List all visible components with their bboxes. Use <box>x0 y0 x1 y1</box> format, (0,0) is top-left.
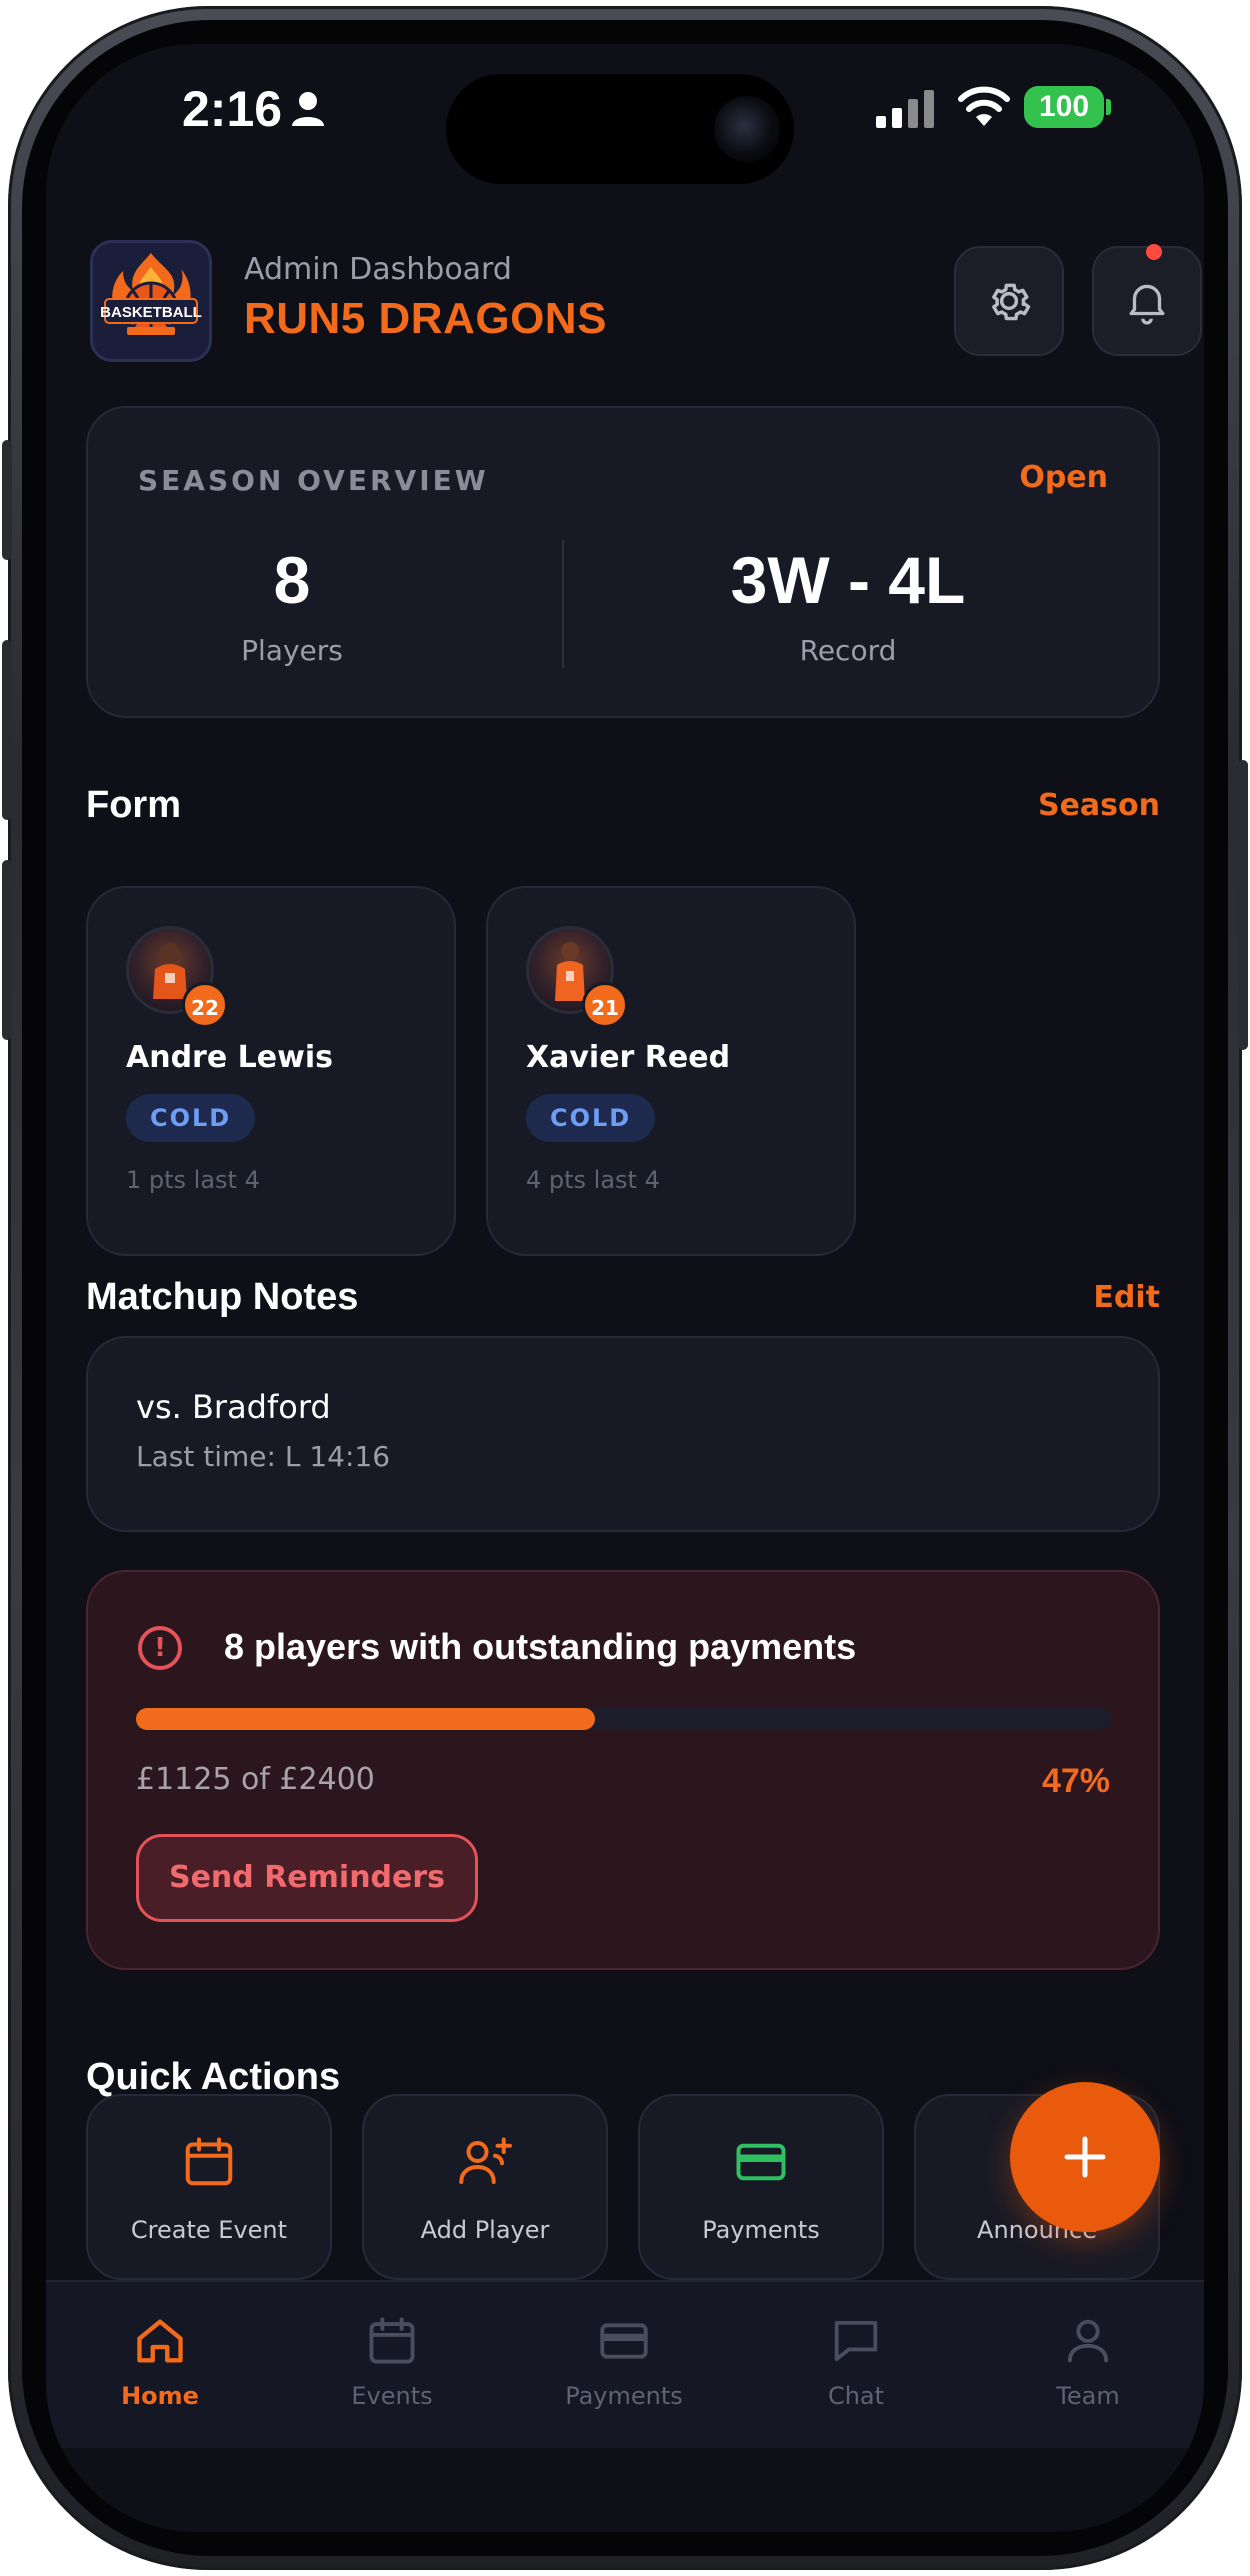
matchup-last-result: Last time: L 14:16 <box>136 1440 391 1473</box>
notifications-button[interactable] <box>1092 246 1202 356</box>
matchup-notes-title: Matchup Notes <box>86 1276 359 1318</box>
jersey-number-badge: 22 <box>182 982 228 1028</box>
jersey-number-badge: 21 <box>582 982 628 1028</box>
player-name: Xavier Reed <box>526 1040 731 1075</box>
matchup-notes-edit-link[interactable]: Edit <box>1093 1280 1160 1315</box>
overview-divider <box>562 540 564 668</box>
quick-action-payments[interactable]: Payments <box>638 2094 884 2280</box>
calendar-icon <box>185 2137 233 2186</box>
battery-tip <box>1106 99 1111 115</box>
player-points-meta: 1 pts last 4 <box>126 1166 260 1194</box>
chat-icon <box>834 2320 878 2362</box>
action-button <box>2 440 12 560</box>
tab-label: Payments <box>565 2382 683 2410</box>
matchup-note-card[interactable]: vs. Bradford Last time: L 14:16 <box>86 1336 1160 1532</box>
tab-team[interactable]: Team <box>988 2312 1188 2410</box>
form-status-badge: COLD <box>526 1094 656 1142</box>
payment-percent: 47% <box>1041 1762 1110 1800</box>
user-plus-icon <box>459 2137 512 2184</box>
tab-label: Team <box>1056 2382 1120 2410</box>
settings-button[interactable] <box>954 246 1064 356</box>
season-overview-card[interactable]: SEASON OVERVIEW Open 8 Players 3W - 4L R… <box>86 406 1160 718</box>
add-fab-button[interactable] <box>1010 2082 1160 2232</box>
season-record: 3W - 4L <box>730 543 966 617</box>
team-logo[interactable]: BASKETBALL <box>90 240 212 362</box>
players-count: 8 <box>273 543 311 617</box>
header-subtitle: Admin Dashboard <box>244 252 512 287</box>
person-icon <box>1067 2319 1109 2363</box>
home-icon <box>137 2319 183 2363</box>
wifi-icon <box>958 86 1010 126</box>
player-form-card[interactable]: 22 Andre Lewis COLD 1 pts last 4 <box>86 886 456 1256</box>
player-points-meta: 4 pts last 4 <box>526 1166 660 1194</box>
card-icon <box>736 2143 786 2181</box>
tab-home[interactable]: Home <box>60 2312 260 2410</box>
alert-circle-icon: ! <box>138 1626 182 1670</box>
form-section-title: Form <box>86 784 181 826</box>
outstanding-payments-title: 8 players with outstanding payments <box>224 1626 857 1667</box>
quick-action-create-event[interactable]: Create Event <box>86 2094 332 2280</box>
record-caption: Record <box>799 634 897 667</box>
person-status-icon <box>292 92 324 126</box>
matchup-opponent: vs. Bradford <box>136 1388 331 1426</box>
player-name: Andre Lewis <box>126 1040 333 1075</box>
quick-action-label: Payments <box>702 2216 820 2244</box>
outstanding-payments-card: ! 8 players with outstanding payments £1… <box>86 1570 1160 1970</box>
tab-label: Chat <box>827 2382 885 2410</box>
volume-down-button <box>2 860 12 1040</box>
tab-label: Events <box>351 2382 433 2410</box>
bottom-tab-bar: Home Events Payments Chat Team <box>46 2280 1204 2448</box>
quick-action-add-player[interactable]: Add Player <box>362 2094 608 2280</box>
players-caption: Players <box>241 634 343 667</box>
send-reminders-button[interactable]: Send Reminders <box>136 1834 478 1922</box>
tab-events[interactable]: Events <box>292 2312 492 2410</box>
payment-progress-fill <box>136 1708 595 1730</box>
payment-amount: £1125 of £2400 <box>136 1762 375 1797</box>
form-season-link[interactable]: Season <box>1038 788 1160 823</box>
payment-progress-bar <box>136 1708 1112 1730</box>
plus-icon <box>1064 2136 1106 2178</box>
season-overview-open-link[interactable]: Open <box>1019 460 1108 495</box>
form-status-badge: COLD <box>126 1094 256 1142</box>
app-screen: 2:16 100 BASKETBALL Admin Dashboard RUN5… <box>46 44 1204 2532</box>
calendar-icon <box>369 2317 415 2364</box>
power-button <box>1238 760 1248 1050</box>
team-name: RUN5 DRAGONS <box>244 294 607 343</box>
front-camera <box>714 96 780 162</box>
volume-up-button <box>2 640 12 820</box>
season-overview-label: SEASON OVERVIEW <box>138 464 489 497</box>
basketball-logo-icon: BASKETBALL <box>100 253 202 337</box>
logo-wordmark: BASKETBALL <box>100 304 202 321</box>
status-time: 2:16 <box>182 81 283 137</box>
battery-indicator: 100 <box>1024 86 1104 128</box>
card-icon <box>600 2323 648 2359</box>
tab-chat[interactable]: Chat <box>756 2312 956 2410</box>
player-form-card[interactable]: 21 Xavier Reed COLD 4 pts last 4 <box>486 886 856 1256</box>
tab-label: Home <box>121 2382 199 2410</box>
quick-action-label: Add Player <box>420 2216 550 2244</box>
quick-action-label: Create Event <box>130 2216 288 2244</box>
signal-icon <box>876 90 934 128</box>
gear-icon <box>992 283 1031 321</box>
tab-payments[interactable]: Payments <box>524 2312 724 2410</box>
quick-actions-title: Quick Actions <box>86 2056 341 2098</box>
notification-dot <box>1146 244 1162 260</box>
bell-icon <box>1129 284 1165 325</box>
